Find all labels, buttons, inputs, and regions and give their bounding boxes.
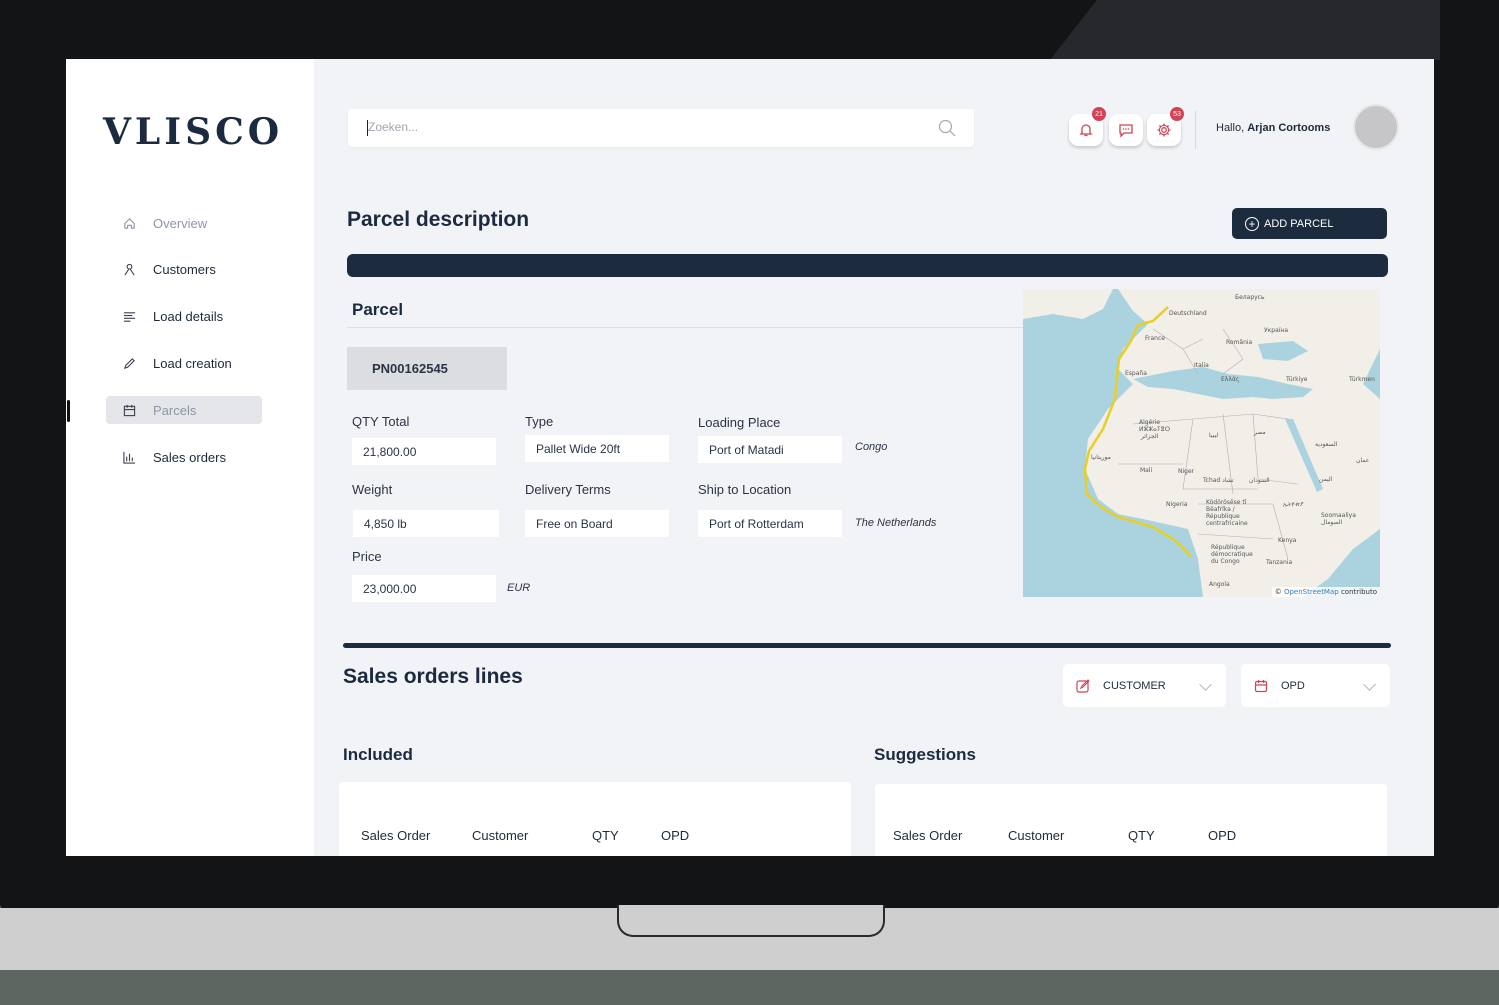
sidebar-item-parcels[interactable]: Parcels (106, 396, 262, 424)
vlisco-logo[interactable]: VLISCO (103, 111, 283, 153)
suggestions-col-customer[interactable]: Customer (1008, 828, 1064, 843)
opd-filter-dropdown[interactable]: OPD (1241, 664, 1390, 707)
parcel-divider (347, 327, 1023, 328)
sales-orders-title: Sales orders lines (343, 665, 523, 688)
messages-button[interactable] (1109, 114, 1143, 146)
text-cursor (367, 120, 368, 136)
user-greeting: Hallo, Arjan Cortooms (1216, 122, 1330, 134)
active-nav-marker (67, 400, 70, 422)
bell-icon (1079, 124, 1093, 137)
included-title: Included (343, 745, 413, 764)
sidebar-item-label: Load details (153, 308, 224, 324)
qty-total-field[interactable]: 21,800.00 (352, 438, 496, 465)
gear-icon (1157, 123, 1171, 137)
customer-filter-label: CUSTOMER (1103, 679, 1166, 692)
search-icon[interactable] (938, 119, 956, 137)
header-bar (347, 254, 1388, 277)
delivery-terms-field[interactable]: Free on Board (525, 510, 669, 537)
sidebar-item-label: Sales orders (153, 449, 226, 465)
sidebar-item-customers[interactable]: Customers (106, 255, 262, 283)
add-parcel-label: ADD PARCEL (1264, 217, 1334, 230)
sidebar-item-sales-orders[interactable]: Sales orders (106, 443, 262, 471)
route-map[interactable]: Беларусь Deutschland Україна France Româ… (1023, 289, 1380, 597)
notifications-badge: 21 (1092, 107, 1106, 121)
sidebar-item-label: Parcels (153, 402, 197, 418)
loading-country: Congo (855, 441, 888, 453)
search-bar[interactable] (348, 109, 974, 147)
calendar-icon (122, 403, 136, 417)
suggestions-col-opd[interactable]: OPD (1208, 828, 1236, 843)
page-title: Parcel description (347, 208, 530, 231)
suggestions-col-qty[interactable]: QTY (1128, 828, 1155, 843)
suggestions-col-sales-order[interactable]: Sales Order (893, 828, 962, 843)
notifications-button[interactable]: 21 (1069, 107, 1106, 146)
price-field[interactable]: 23,000.00 (352, 575, 496, 602)
header-divider (1195, 111, 1196, 149)
ship-to-country: The Netherlands (855, 517, 937, 529)
weight-field[interactable]: 4,850 lb (353, 510, 499, 537)
included-table (339, 782, 851, 856)
sidebar-item-label: Customers (153, 261, 216, 277)
included-col-customer[interactable]: Customer (472, 828, 528, 843)
type-field[interactable]: Pallet Wide 20ft (525, 435, 669, 462)
user-name: Arjan Cortooms (1247, 122, 1331, 134)
bar-chart-icon (122, 450, 136, 464)
map-attribution: © OpenStreetMap contributo (1271, 587, 1380, 597)
suggestions-title: Suggestions (874, 745, 977, 764)
opd-filter-label: OPD (1281, 679, 1305, 692)
sidebar-item-load-creation[interactable]: Load creation (106, 349, 262, 377)
sidebar-item-label: Overview (153, 215, 208, 231)
section-divider (343, 643, 1391, 648)
included-col-sales-order[interactable]: Sales Order (361, 828, 430, 843)
home-icon (122, 216, 136, 230)
openstreetmap-link[interactable]: OpenStreetMap (1284, 588, 1339, 596)
search-input[interactable] (366, 119, 930, 135)
chevron-down-icon (1199, 678, 1212, 691)
delivery-terms-label: Delivery Terms (525, 482, 611, 497)
plus-circle-icon: + (1245, 216, 1259, 231)
type-label: Type (525, 414, 554, 429)
calendar-icon (1254, 679, 1268, 692)
customers-icon (122, 262, 136, 276)
ship-to-label: Ship to Location (698, 482, 792, 497)
sidebar-item-overview[interactable]: Overview (106, 209, 262, 237)
chat-icon (1119, 124, 1133, 138)
pencil-icon (122, 356, 136, 370)
app-screen: VLISCO Overview Customers Load details L… (66, 59, 1434, 856)
avatar[interactable] (1353, 104, 1399, 150)
parcel-section-title: Parcel (352, 300, 404, 319)
weight-label: Weight (352, 482, 393, 497)
bezel-reflection (1050, 0, 1440, 60)
customer-filter-dropdown[interactable]: CUSTOMER (1063, 664, 1226, 707)
price-label: Price (352, 549, 382, 564)
sidebar-item-label: Load creation (153, 355, 232, 371)
loading-place-label: Loading Place (698, 415, 781, 430)
greeting-prefix: Hallo, (1216, 122, 1245, 134)
add-parcel-button[interactable]: + ADD PARCEL (1232, 208, 1387, 239)
sidebar-item-load-details[interactable]: Load details (106, 302, 262, 330)
settings-button[interactable]: 53 (1147, 107, 1184, 146)
edit-icon (1076, 678, 1090, 693)
background-floor (0, 970, 1499, 1005)
loading-place-field[interactable]: Port of Matadi (698, 436, 842, 463)
chevron-down-icon (1363, 678, 1376, 691)
laptop-notch (617, 905, 885, 937)
ship-to-field[interactable]: Port of Rotterdam (698, 510, 842, 537)
qty-total-label: QTY Total (352, 414, 410, 429)
suggestions-table (875, 784, 1387, 856)
included-col-opd[interactable]: OPD (661, 828, 689, 843)
currency-label: EUR (507, 582, 531, 594)
parcel-id: PN00162545 (347, 347, 507, 390)
sidebar: VLISCO Overview Customers Load details L… (66, 59, 314, 856)
settings-badge: 53 (1170, 107, 1184, 121)
list-icon (122, 309, 136, 323)
included-col-qty[interactable]: QTY (592, 828, 619, 843)
